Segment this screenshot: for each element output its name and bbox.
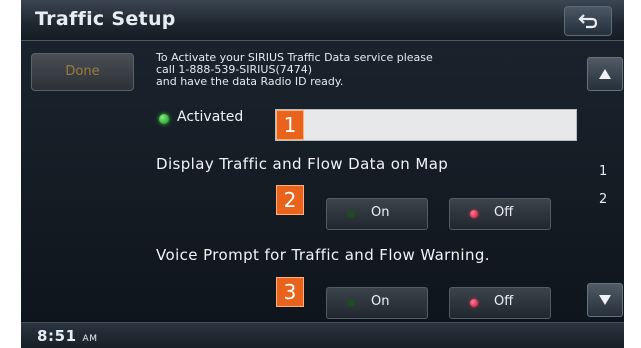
scroll-up-button[interactable] (587, 57, 623, 91)
on-label: On (371, 205, 390, 220)
status-led-icon (159, 114, 169, 124)
back-button[interactable] (564, 6, 612, 36)
activation-instructions: To Activate your SIRIUS Traffic Data ser… (156, 52, 576, 88)
clock-time: 8:51 (37, 327, 77, 345)
triangle-up-icon (599, 69, 611, 79)
page-number: 2 (599, 192, 608, 207)
scroll-down-button[interactable] (587, 283, 623, 317)
status-label: Activated (177, 109, 244, 125)
triangle-down-icon (599, 295, 611, 305)
info-line: and have the data Radio ID ready. (156, 75, 344, 88)
indicator-led-icon (347, 210, 355, 218)
indicator-led-icon (470, 210, 478, 218)
display-traffic-label: Display Traffic and Flow Data on Map (156, 155, 449, 173)
return-arrow-icon (578, 14, 598, 29)
display-on-button[interactable]: On (326, 198, 428, 230)
callout-marker-3: 3 (276, 277, 304, 307)
voice-off-button[interactable]: Off (449, 287, 551, 319)
indicator-led-icon (470, 299, 478, 307)
voice-prompt-label: Voice Prompt for Traffic and Flow Warnin… (156, 246, 490, 264)
page-number: 1 (599, 164, 608, 179)
display-off-button[interactable]: Off (449, 198, 551, 230)
header-bar: Traffic Setup (21, 0, 624, 41)
callout-marker-1: 1 (276, 110, 304, 140)
status-bar: 8:51 AM (21, 322, 624, 348)
callout-marker-2: 2 (276, 185, 304, 215)
voice-on-button[interactable]: On (326, 287, 428, 319)
settings-panel: Done To Activate your SIRIUS Traffic Dat… (21, 41, 624, 321)
off-label: Off (494, 205, 514, 220)
on-label: On (371, 294, 390, 309)
clock-period: AM (82, 334, 98, 344)
screen: Traffic Setup Done To Activate your SIRI… (21, 0, 624, 348)
indicator-led-icon (347, 299, 355, 307)
page-title: Traffic Setup (35, 8, 176, 30)
off-label: Off (494, 294, 514, 309)
clock: 8:51 AM (37, 327, 98, 345)
radio-id-field (275, 109, 577, 141)
done-button[interactable]: Done (31, 53, 134, 91)
